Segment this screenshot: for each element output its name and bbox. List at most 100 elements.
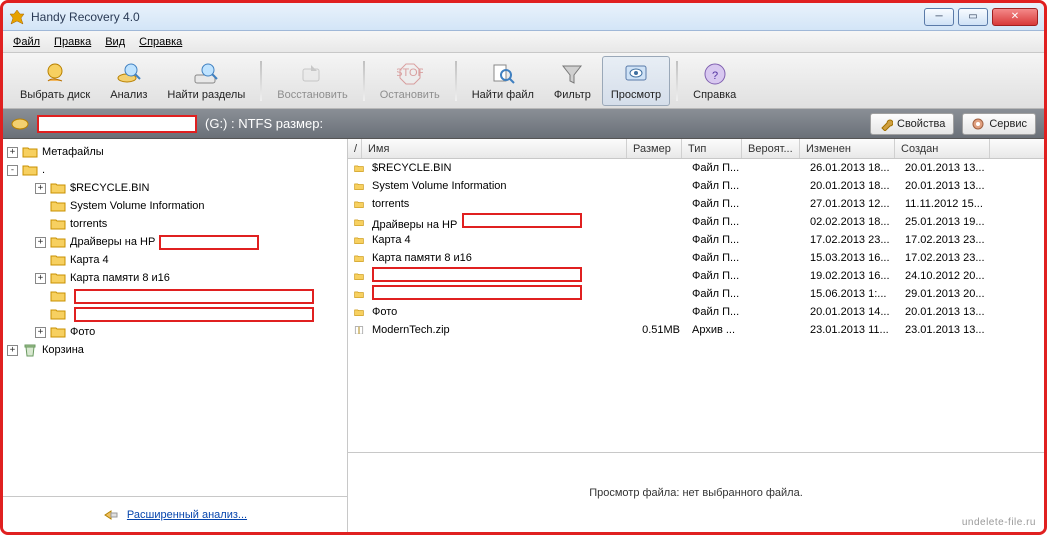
file-name: Фото: [372, 306, 397, 318]
expand-toggle[interactable]: +: [7, 147, 18, 158]
tree-item[interactable]: torrents: [5, 215, 345, 233]
stop-button: STOP Остановить: [371, 56, 449, 106]
col-name[interactable]: Имя: [362, 139, 627, 158]
tree-item-label: Фото: [70, 326, 95, 338]
file-modified: 02.02.2013 18...: [804, 216, 899, 228]
file-icon: [352, 182, 366, 191]
expand-toggle[interactable]: +: [35, 183, 46, 194]
tree-item[interactable]: -.: [5, 161, 345, 179]
list-row[interactable]: System Volume InformationФайл П...20.01.…: [348, 177, 1044, 195]
stop-label: Остановить: [380, 89, 440, 101]
tree-body[interactable]: + Метафайлы -.+$RECYCLE.BINSystem Volume I…: [3, 139, 347, 496]
find-partitions-button[interactable]: Найти разделы: [158, 56, 254, 106]
col-size[interactable]: Размер: [627, 139, 682, 158]
properties-label: Свойства: [897, 118, 945, 130]
preview-button[interactable]: Просмотр: [602, 56, 670, 106]
workspace: + Метафайлы -.+$RECYCLE.BINSystem Volume I…: [3, 139, 1044, 532]
tree-item[interactable]: + Драйверы на HP: [5, 233, 345, 251]
tree-item[interactable]: System Volume Information: [5, 197, 345, 215]
file-type: Файл П...: [686, 216, 746, 228]
tree-item[interactable]: Карта 4: [5, 251, 345, 269]
expand-toggle[interactable]: +: [35, 327, 46, 338]
list-row[interactable]: Файл П...15.06.2013 1:...29.01.2013 20..…: [348, 285, 1044, 303]
file-icon: [352, 272, 366, 281]
file-type: Файл П...: [686, 288, 746, 300]
toolbar-separator: [260, 61, 262, 101]
list-row[interactable]: Файл П...19.02.2013 16...24.10.2012 20..…: [348, 267, 1044, 285]
redacted-box: [159, 235, 259, 250]
help-button[interactable]: ? Справка: [684, 56, 745, 106]
tree-item[interactable]: [5, 305, 345, 323]
list-header: / Имя Размер Тип Вероят... Изменен Созда…: [348, 139, 1044, 159]
minimize-button[interactable]: ─: [924, 8, 954, 26]
list-row[interactable]: Драйверы на HP Файл П...02.02.2013 18...…: [348, 213, 1044, 231]
file-list[interactable]: / Имя Размер Тип Вероят... Изменен Созда…: [348, 139, 1044, 452]
file-icon: [352, 326, 366, 335]
app-window: Handy Recovery 4.0 ─ ▭ ✕ Файл Правка Вид…: [0, 0, 1047, 535]
col-modified[interactable]: Изменен: [800, 139, 895, 158]
menu-edit[interactable]: Правка: [54, 36, 91, 48]
expand-toggle[interactable]: -: [7, 165, 18, 176]
col-created[interactable]: Создан: [895, 139, 990, 158]
tree-item[interactable]: [5, 287, 345, 305]
toolbar-separator: [676, 61, 678, 101]
tree-item-label: Драйверы на HP: [70, 236, 155, 248]
preview-pane: Просмотр файла: нет выбранного файла.: [348, 452, 1044, 532]
file-created: 20.01.2013 13...: [899, 180, 994, 192]
service-label: Сервис: [989, 118, 1027, 130]
extended-analysis-link[interactable]: Расширенный анализ...: [127, 509, 247, 521]
col-type[interactable]: Тип: [682, 139, 742, 158]
tree-item-label: Корзина: [42, 344, 84, 356]
list-row[interactable]: $RECYCLE.BINФайл П...26.01.2013 18...20.…: [348, 159, 1044, 177]
find-file-label: Найти файл: [472, 89, 534, 101]
file-created: 24.10.2012 20...: [899, 270, 994, 282]
menu-file[interactable]: Файл: [13, 36, 40, 48]
expand-toggle[interactable]: +: [35, 237, 46, 248]
tree-item-label: Метафайлы: [42, 146, 104, 158]
gear-icon: [971, 117, 985, 131]
find-file-button[interactable]: Найти файл: [463, 56, 543, 106]
tree-item[interactable]: +$RECYCLE.BIN: [5, 179, 345, 197]
recover-label: Восстановить: [277, 89, 347, 101]
tree-item[interactable]: +Карта памяти 8 и16: [5, 269, 345, 287]
volume-info: (G:) : NTFS размер:: [205, 116, 323, 131]
tree-item[interactable]: + Корзина: [5, 341, 345, 359]
file-type: Файл П...: [686, 198, 746, 210]
analyze-label: Анализ: [110, 89, 147, 101]
file-type: Файл П...: [686, 180, 746, 192]
file-modified: 23.01.2013 11...: [804, 324, 899, 336]
magnifier-partitions-icon: [193, 61, 219, 87]
properties-button[interactable]: Свойства: [870, 113, 954, 135]
analyze-button[interactable]: Анализ: [101, 56, 156, 106]
expand-toggle[interactable]: +: [35, 273, 46, 284]
service-button[interactable]: Сервис: [962, 113, 1036, 135]
file-modified: 19.02.2013 16...: [804, 270, 899, 282]
list-row[interactable]: ModernTech.zip0.51MBАрхив ...23.01.2013 …: [348, 321, 1044, 339]
tree-item-label: torrents: [70, 218, 107, 230]
filter-button[interactable]: Фильтр: [545, 56, 600, 106]
maximize-button[interactable]: ▭: [958, 8, 988, 26]
file-icon: [352, 236, 366, 245]
col-sort[interactable]: /: [348, 139, 362, 158]
file-type: Файл П...: [686, 306, 746, 318]
tree-item[interactable]: + Фото: [5, 323, 345, 341]
col-prob[interactable]: Вероят...: [742, 139, 800, 158]
redacted-volume-name: [37, 115, 197, 133]
close-button[interactable]: ✕: [992, 8, 1038, 26]
help-icon: ?: [702, 61, 728, 87]
expand-toggle[interactable]: +: [7, 345, 18, 356]
list-row[interactable]: torrentsФайл П...27.01.2013 12...11.11.2…: [348, 195, 1044, 213]
list-row[interactable]: Карта памяти 8 и16Файл П...15.03.2013 16…: [348, 249, 1044, 267]
redacted-box: [372, 267, 582, 282]
funnel-icon: [559, 61, 585, 87]
drive-icon: [11, 116, 29, 132]
magnifier-file-icon: [490, 61, 516, 87]
list-row[interactable]: Карта 4Файл П...17.02.2013 23...17.02.20…: [348, 231, 1044, 249]
menu-view[interactable]: Вид: [105, 36, 125, 48]
menu-help[interactable]: Справка: [139, 36, 182, 48]
select-disk-button[interactable]: Выбрать диск: [11, 56, 99, 106]
tree-item[interactable]: + Метафайлы: [5, 143, 345, 161]
file-modified: 20.01.2013 18...: [804, 180, 899, 192]
folder-tree: + Метафайлы -.+$RECYCLE.BINSystem Volume I…: [3, 139, 348, 532]
list-row[interactable]: ФотоФайл П...20.01.2013 14...20.01.2013 …: [348, 303, 1044, 321]
